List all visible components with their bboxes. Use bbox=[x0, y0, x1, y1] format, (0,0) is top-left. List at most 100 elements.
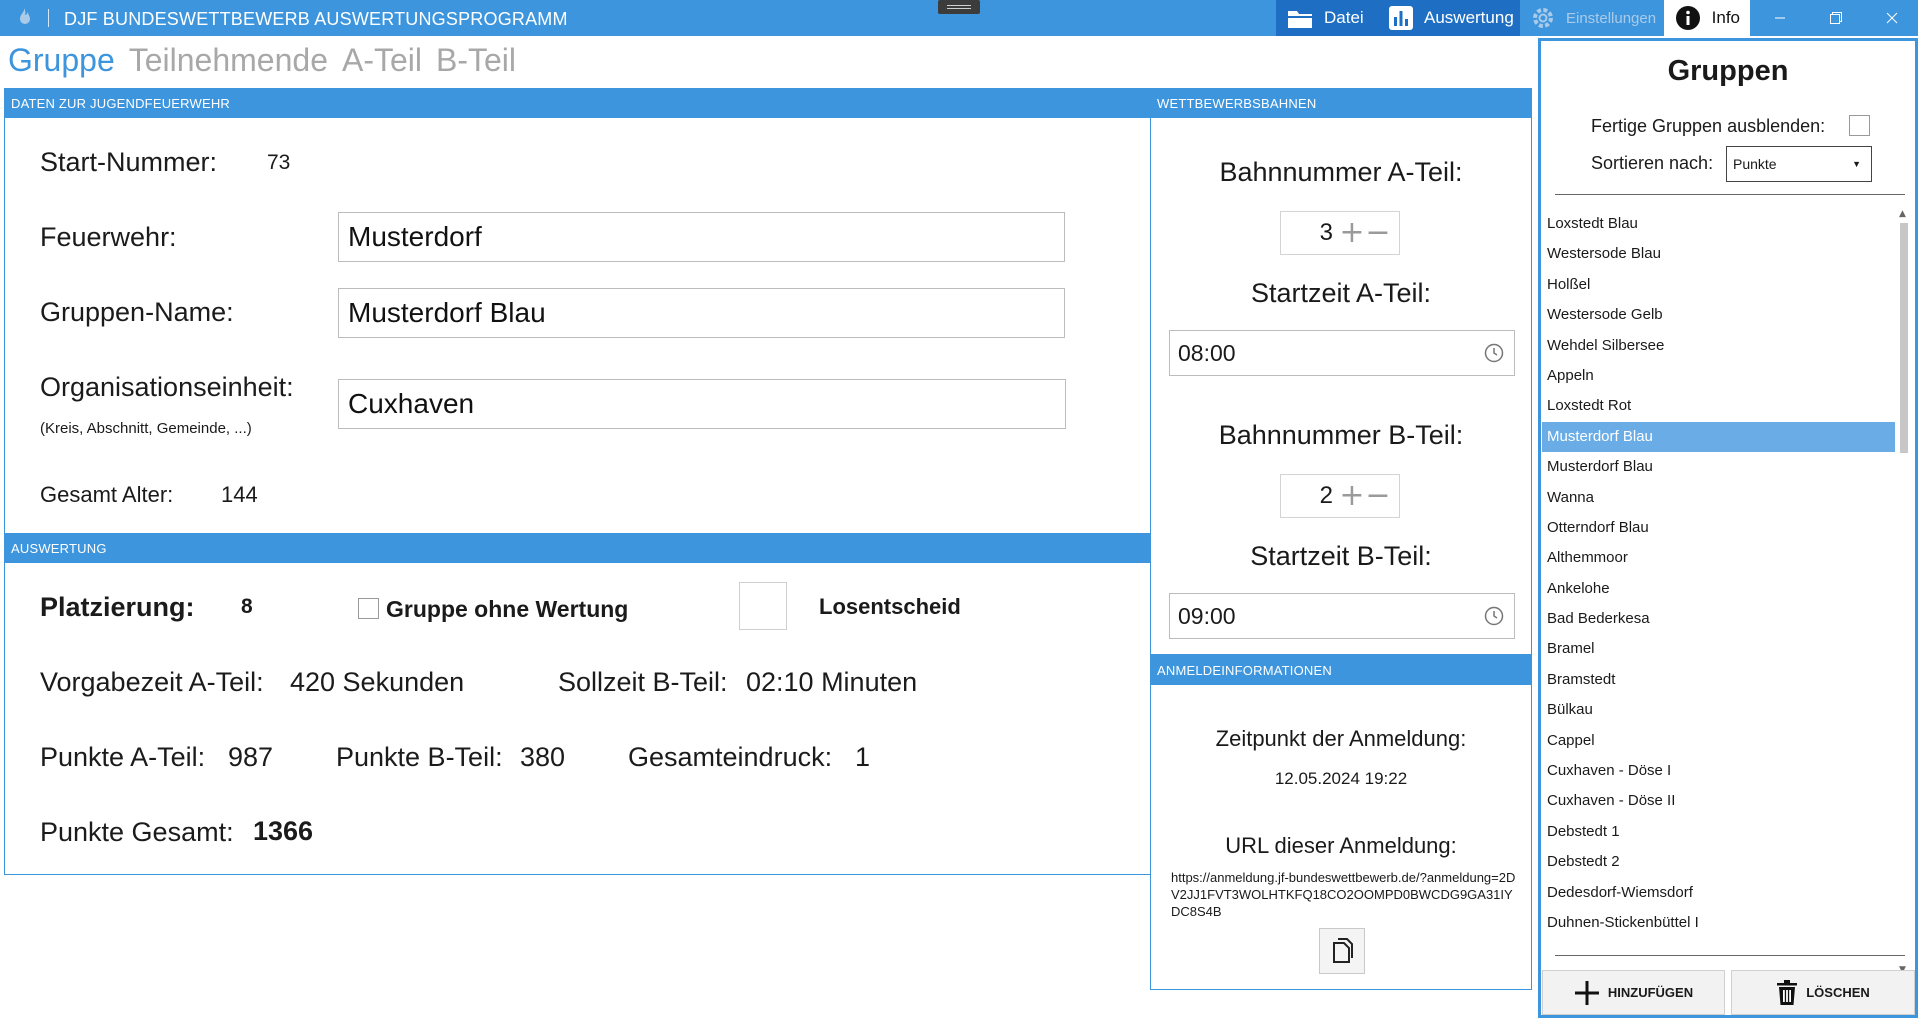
sort-value: Punkte bbox=[1733, 156, 1777, 172]
a-start-input[interactable]: 08:00 bbox=[1169, 330, 1515, 376]
gruppenname-input[interactable]: Musterdorf Blau bbox=[338, 288, 1065, 338]
tab-gruppe[interactable]: Gruppe bbox=[8, 42, 115, 82]
b-bahn-stepper[interactable]: 2 + − bbox=[1280, 474, 1400, 518]
divider-top bbox=[1555, 194, 1905, 195]
list-item[interactable]: Westersode Blau bbox=[1542, 239, 1895, 269]
platzierung-value: 8 bbox=[241, 595, 253, 618]
flame-logo-icon bbox=[20, 8, 30, 24]
copy-url-button[interactable] bbox=[1319, 928, 1365, 974]
a-start-label: Startzeit A-Teil: bbox=[1250, 278, 1432, 308]
list-item[interactable]: Debstedt 2 bbox=[1542, 847, 1895, 877]
chevron-down-icon: ▼ bbox=[1852, 159, 1861, 169]
losentscheid-label: Losentscheid bbox=[819, 594, 961, 619]
punkte-b-value: 380 bbox=[520, 742, 566, 772]
list-item[interactable]: Musterdorf Blau bbox=[1542, 452, 1895, 482]
feuerwehr-input[interactable]: Musterdorf bbox=[338, 212, 1065, 262]
add-group-button[interactable]: HINZUFÜGEN bbox=[1542, 970, 1725, 1015]
punkte-gesamt-value: 1366 bbox=[253, 816, 314, 846]
anmeldung-url-label: URL dieser Anmeldung: bbox=[1225, 833, 1457, 858]
b-start-value: 09:00 bbox=[1178, 603, 1236, 629]
list-item[interactable]: Althemmoor bbox=[1542, 543, 1895, 573]
delete-group-button[interactable]: LÖSCHEN bbox=[1731, 970, 1915, 1015]
list-item[interactable]: Bramstedt bbox=[1542, 665, 1895, 695]
a-bahn-plus-icon[interactable]: + bbox=[1339, 213, 1365, 253]
groups-list[interactable]: Loxstedt Blau Westersode Blau Holßel Wes… bbox=[1542, 209, 1895, 979]
anmeldung-zeit-label: Zeitpunkt der Anmeldung: bbox=[1215, 726, 1467, 751]
gesamt-alter-label: Gesamt Alter: bbox=[40, 482, 174, 507]
orga-input[interactable]: Cuxhaven bbox=[338, 379, 1066, 429]
drag-handle[interactable] bbox=[938, 0, 980, 14]
ohne-wertung-label: Gruppe ohne Wertung bbox=[386, 596, 629, 622]
list-item[interactable]: Bramel bbox=[1542, 634, 1895, 664]
clock-icon[interactable] bbox=[1484, 606, 1504, 626]
close-button[interactable] bbox=[1864, 0, 1918, 36]
list-item[interactable]: Dedesdorf-Wiemsdorf bbox=[1542, 878, 1895, 908]
b-bahn-value[interactable]: 2 bbox=[1281, 482, 1339, 510]
list-item[interactable]: Otterndorf Blau bbox=[1542, 513, 1895, 543]
anmeldung-panel-header: ANMELDEINFORMATIONEN bbox=[1151, 656, 1531, 685]
gruppenname-label: Gruppen-Name: bbox=[40, 297, 234, 327]
a-bahn-minus-icon[interactable]: − bbox=[1365, 213, 1391, 253]
b-bahn-plus-icon[interactable]: + bbox=[1339, 476, 1365, 516]
restore-icon bbox=[1830, 12, 1842, 24]
list-item[interactable]: Wehdel Silbersee bbox=[1542, 331, 1895, 361]
info-label: Info bbox=[1711, 8, 1740, 27]
auswertung-menu-button[interactable]: Auswertung bbox=[1378, 0, 1520, 36]
scroll-up-icon[interactable]: ▲ bbox=[1899, 209, 1906, 219]
orga-hint: (Kreis, Abschnitt, Gemeinde, ...) bbox=[40, 420, 252, 437]
hide-finished-checkbox[interactable] bbox=[1849, 115, 1870, 136]
list-item[interactable]: Wanna bbox=[1542, 483, 1895, 513]
data-panel-header: DATEN ZUR JUGENDFEUERWEHR bbox=[5, 89, 1151, 118]
tab-b-teil[interactable]: B-Teil bbox=[436, 42, 516, 82]
b-start-input[interactable]: 09:00 bbox=[1169, 593, 1515, 639]
info-icon bbox=[1674, 4, 1702, 32]
minimize-button[interactable] bbox=[1752, 0, 1808, 36]
losentscheid-input[interactable] bbox=[739, 582, 787, 630]
list-item-selected[interactable]: Musterdorf Blau bbox=[1542, 421, 1895, 453]
bahnen-panel-header: WETTBEWERBSBAHNEN bbox=[1151, 89, 1531, 118]
einstellungen-menu-button[interactable]: Einstellungen bbox=[1520, 0, 1664, 36]
list-item[interactable]: Cappel bbox=[1542, 726, 1895, 756]
trash-icon bbox=[1777, 979, 1798, 1005]
title-separator bbox=[48, 9, 49, 27]
list-item[interactable]: Bad Bederkesa bbox=[1542, 604, 1895, 634]
a-bahn-stepper[interactable]: 3 + − bbox=[1280, 211, 1400, 255]
list-item[interactable]: Ankelohe bbox=[1542, 574, 1895, 604]
list-item[interactable]: Debstedt 1 bbox=[1542, 817, 1895, 847]
orga-label: Organisationseinheit: bbox=[40, 372, 294, 402]
info-menu-button[interactable]: Info bbox=[1664, 0, 1750, 36]
list-item[interactable]: Duhnen-Stickenbüttel I bbox=[1542, 908, 1895, 938]
add-group-label: HINZUFÜGEN bbox=[1607, 985, 1694, 1000]
scrollbar[interactable]: ▲ ▼ bbox=[1897, 209, 1911, 979]
plus-icon bbox=[1574, 980, 1599, 1005]
minimize-icon bbox=[1775, 17, 1785, 19]
a-start-value: 08:00 bbox=[1178, 340, 1236, 366]
scrollbar-thumb[interactable] bbox=[1900, 223, 1908, 453]
maximize-button[interactable] bbox=[1808, 0, 1864, 36]
a-bahn-value[interactable]: 3 bbox=[1281, 219, 1339, 247]
list-item[interactable]: Loxstedt Blau bbox=[1542, 209, 1895, 239]
datei-menu-button[interactable]: Datei bbox=[1276, 0, 1380, 36]
list-item[interactable]: Cuxhaven - Döse II bbox=[1542, 786, 1895, 816]
tab-a-teil[interactable]: A-Teil bbox=[342, 42, 422, 82]
sort-label: Sortieren nach: bbox=[1591, 153, 1714, 173]
bahnen-panel: WETTBEWERBSBAHNEN Bahnnummer A-Teil: 3 +… bbox=[1150, 88, 1532, 655]
clock-icon[interactable] bbox=[1484, 343, 1504, 363]
auswertung-panel-header: AUSWERTUNG bbox=[5, 534, 1151, 563]
platzierung-label: Platzierung: bbox=[40, 592, 195, 622]
sort-select[interactable]: Punkte ▼ bbox=[1726, 146, 1872, 182]
ohne-wertung-checkbox[interactable] bbox=[358, 598, 379, 619]
list-item[interactable]: Appeln bbox=[1542, 361, 1895, 391]
tab-teilnehmende[interactable]: Teilnehmende bbox=[129, 42, 328, 82]
punkte-b-label: Punkte B-Teil: bbox=[336, 742, 503, 772]
list-item[interactable]: Westersode Gelb bbox=[1542, 300, 1895, 330]
list-item[interactable]: Bülkau bbox=[1542, 695, 1895, 725]
list-item[interactable]: Loxstedt Rot bbox=[1542, 391, 1895, 421]
b-bahn-minus-icon[interactable]: − bbox=[1365, 476, 1391, 516]
divider-bottom bbox=[1555, 955, 1905, 956]
sollzeit-label: Sollzeit B-Teil: bbox=[558, 667, 728, 697]
list-item[interactable]: Cuxhaven - Döse I bbox=[1542, 756, 1895, 786]
anmeldung-panel: ANMELDEINFORMATIONEN Zeitpunkt der Anmel… bbox=[1150, 655, 1532, 990]
punkte-a-value: 987 bbox=[228, 742, 274, 772]
list-item[interactable]: Holßel bbox=[1542, 270, 1895, 300]
